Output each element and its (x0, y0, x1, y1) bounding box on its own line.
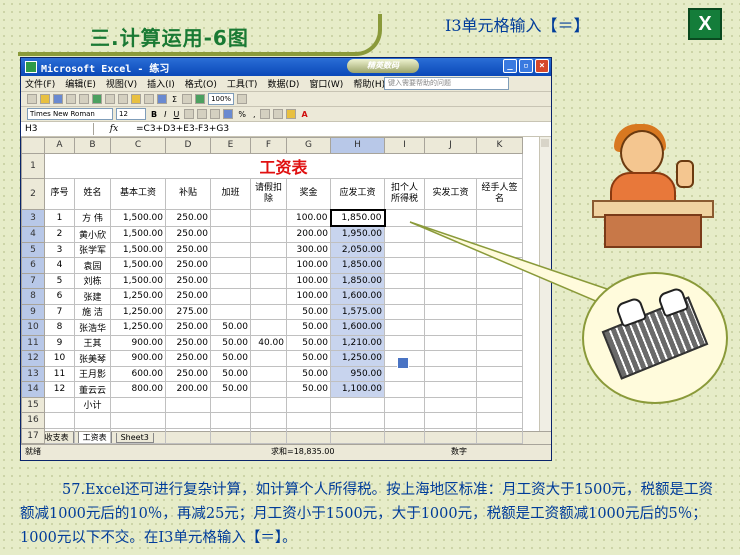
desk-front-icon (604, 214, 702, 248)
teacher-face-icon (620, 130, 664, 176)
explanation-text: 57.Excel还可进行复杂计算，如计算个人所得税。按上海地区标准：月工资大于1… (20, 482, 714, 546)
teacher-hand-icon (676, 160, 694, 188)
